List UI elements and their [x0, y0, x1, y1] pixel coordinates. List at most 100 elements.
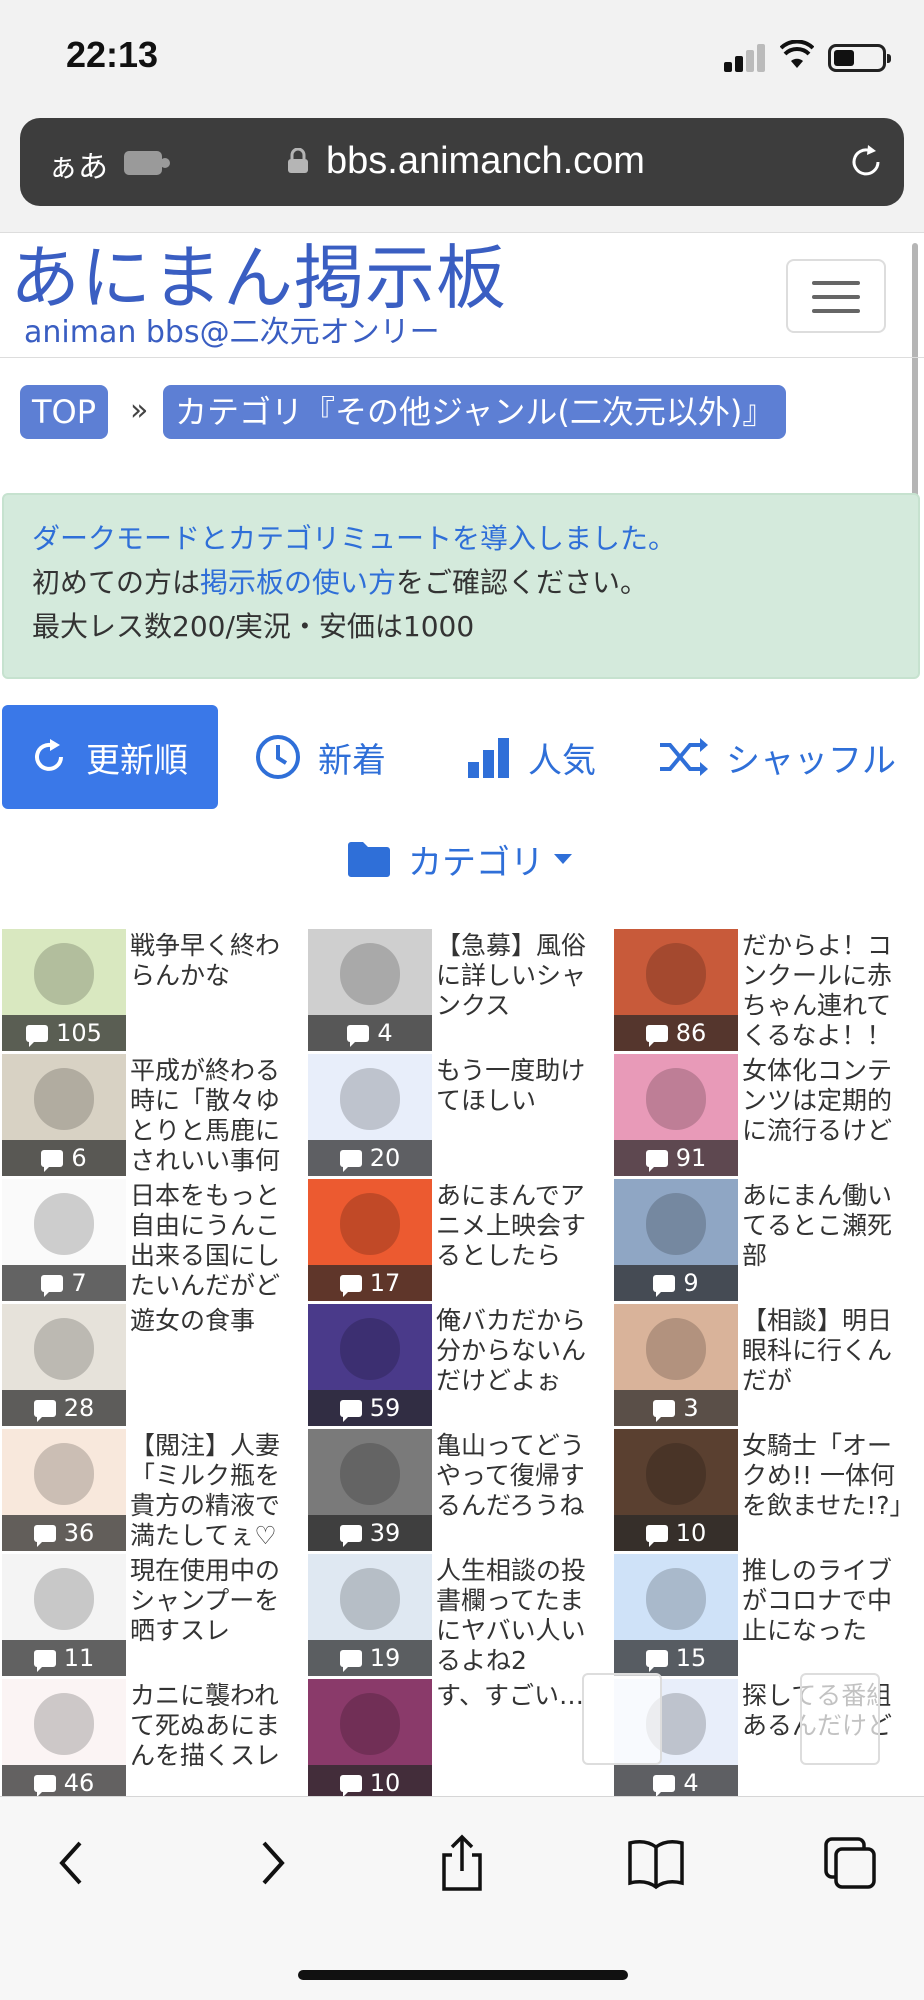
reply-count-value: 15 [675, 1644, 707, 1672]
reload-icon[interactable] [846, 142, 886, 182]
thread-thumbnail[interactable]: 59 [308, 1304, 432, 1426]
thread-thumbnail[interactable]: 105 [2, 929, 126, 1051]
reply-count-value: 11 [63, 1644, 95, 1672]
thread-card[interactable]: 28 遊女の食事 [2, 1304, 306, 1426]
thread-thumbnail[interactable]: 3 [614, 1304, 738, 1426]
thread-thumbnail[interactable]: 28 [2, 1304, 126, 1426]
thread-title[interactable]: 【閲注】人妻「ミルク瓶を貴方の精液で満たしてぇ♡ [130, 1431, 302, 1549]
comment-icon [33, 1524, 56, 1547]
thread-card[interactable]: 4 【急募】風俗に詳しいシャンクス [308, 929, 612, 1051]
thread-card[interactable]: 59 俺バカだから分からないんだけどよぉ [308, 1304, 612, 1426]
thread-thumbnail[interactable]: 4 [308, 929, 432, 1051]
thread-title[interactable]: 平成が終わる時に「散々ゆとりと馬鹿にされいい事何 [130, 1056, 302, 1174]
thread-card[interactable]: 6 平成が終わる時に「散々ゆとりと馬鹿にされいい事何 [2, 1054, 306, 1176]
thread-title[interactable]: 【相談】明日眼科に行くんだが [742, 1306, 914, 1424]
thread-card[interactable]: 86 だからよ！コンクールに赤ちゃん連れてくるなよ！！ [614, 929, 918, 1051]
tab-shuffle[interactable]: シャッフル [658, 705, 896, 809]
breadcrumb-top[interactable]: TOP [20, 385, 109, 439]
thread-title[interactable]: 遊女の食事 [130, 1306, 302, 1424]
wifi-icon [780, 40, 814, 68]
thread-thumbnail[interactable]: 17 [308, 1179, 432, 1301]
thread-title[interactable]: 亀山ってどうやって復帰するんだろうね [436, 1431, 608, 1549]
thread-title[interactable]: 現在使用中のシャンプーを晒すスレ [130, 1556, 302, 1674]
thread-title[interactable]: 【急募】風俗に詳しいシャンクス [436, 931, 608, 1049]
reply-count-value: 9 [683, 1269, 699, 1297]
comment-icon [41, 1274, 64, 1297]
category-dropdown[interactable]: カテゴリ [346, 829, 572, 889]
thread-card[interactable]: 91 女体化コンテンツは定期的に流行るけど [614, 1054, 918, 1176]
url-host[interactable]: bbs.animanch.com [326, 140, 645, 183]
thread-thumbnail[interactable]: 9 [614, 1179, 738, 1301]
reader-settings-button[interactable]: ぁあ [48, 142, 108, 186]
address-bar[interactable]: ぁあ bbs.animanch.com [20, 118, 904, 206]
thread-card[interactable]: 39 亀山ってどうやって復帰するんだろうね [308, 1429, 612, 1551]
thread-thumbnail[interactable]: 20 [308, 1054, 432, 1176]
thread-card[interactable]: 46 カニに襲われて死ぬあにまんを描くスレ [2, 1679, 306, 1796]
back-icon[interactable] [44, 1833, 104, 1893]
forward-icon[interactable] [240, 1833, 300, 1893]
thread-card[interactable]: 15 推しのライブがコロナで中止になった [614, 1554, 918, 1676]
hamburger-menu-button[interactable] [786, 259, 886, 333]
thread-title[interactable]: もう一度助けてほしい [436, 1056, 608, 1174]
thread-title[interactable]: 戦争早く終わらんかな [130, 931, 302, 1049]
comment-icon [339, 1399, 362, 1422]
reply-count: 59 [308, 1390, 432, 1426]
extension-icon[interactable] [124, 151, 170, 175]
thread-card[interactable]: 11 現在使用中のシャンプーを晒すスレ [2, 1554, 306, 1676]
thread-title[interactable]: だからよ！コンクールに赤ちゃん連れてくるなよ！！ [742, 931, 914, 1049]
thread-thumbnail[interactable]: 19 [308, 1554, 432, 1676]
thread-title[interactable]: 俺バカだから分からないんだけどよぉ [436, 1306, 608, 1424]
thread-card[interactable]: 36 【閲注】人妻「ミルク瓶を貴方の精液で満たしてぇ♡ [2, 1429, 306, 1551]
thumbnail-figure [646, 1318, 706, 1380]
tabs-icon[interactable] [820, 1833, 880, 1893]
thread-card[interactable]: 7 日本をもっと自由にうんこ出来る国にしたいんだがど [2, 1179, 306, 1301]
thread-thumbnail[interactable]: 36 [2, 1429, 126, 1551]
notice-guide-line: 初めての方は掲示板の使い方をご確認ください。 [32, 561, 890, 605]
thread-card[interactable]: 10 す、すごい… [308, 1679, 612, 1796]
thread-title[interactable]: あにまんでアニメ上映会するとしたら [436, 1181, 608, 1299]
reply-count-value: 91 [675, 1144, 707, 1172]
tab-updated[interactable]: 更新順 [2, 705, 218, 809]
comment-icon [26, 1024, 49, 1047]
thread-card[interactable]: 105 戦争早く終わらんかな [2, 929, 306, 1051]
site-logo[interactable]: あにまん掲示板 animan bbs@二次元オンリー [10, 235, 507, 351]
thread-title[interactable]: 女体化コンテンツは定期的に流行るけど [742, 1056, 914, 1174]
thread-title[interactable]: 日本をもっと自由にうんこ出来る国にしたいんだがど [130, 1181, 302, 1299]
thread-title[interactable]: 推しのライブがコロナで中止になった [742, 1556, 914, 1674]
thread-thumbnail[interactable]: 10 [614, 1429, 738, 1551]
thread-title[interactable]: カニに襲われて死ぬあにまんを描くスレ [130, 1681, 302, 1796]
thread-card[interactable]: 19 人生相談の投書欄ってたまにヤバい人いるよね2 [308, 1554, 612, 1676]
bookmarks-icon[interactable] [626, 1833, 686, 1893]
thread-title[interactable]: あにまん働いてるとこ瀬死部 [742, 1181, 914, 1299]
thread-title[interactable]: 人生相談の投書欄ってたまにヤバい人いるよね2 [436, 1556, 608, 1674]
breadcrumb-category[interactable]: カテゴリ『その他ジャンル(二次元以外)』 [163, 385, 787, 439]
thread-card[interactable]: 20 もう一度助けてほしい [308, 1054, 612, 1176]
thread-thumbnail[interactable]: 6 [2, 1054, 126, 1176]
reply-count-value: 86 [675, 1019, 707, 1047]
float-overlay-left[interactable] [582, 1673, 662, 1765]
share-icon[interactable] [432, 1833, 492, 1893]
tab-popular[interactable]: 人気 [466, 705, 596, 809]
reply-count: 36 [2, 1515, 126, 1551]
thread-card[interactable]: 17 あにまんでアニメ上映会するとしたら [308, 1179, 612, 1301]
thread-thumbnail[interactable]: 46 [2, 1679, 126, 1796]
thread-thumbnail[interactable]: 7 [2, 1179, 126, 1301]
thread-thumbnail[interactable]: 39 [308, 1429, 432, 1551]
thread-thumbnail[interactable]: 91 [614, 1054, 738, 1176]
reply-count-value: 4 [683, 1769, 699, 1796]
float-overlay-right[interactable] [800, 1673, 880, 1765]
thread-card[interactable]: 9 あにまん働いてるとこ瀬死部 [614, 1179, 918, 1301]
reply-count: 19 [308, 1640, 432, 1676]
thread-title[interactable]: 女騎士「オークめ!! 一体何を飲ませた!?」 [742, 1431, 914, 1549]
thread-card[interactable]: 3 【相談】明日眼科に行くんだが [614, 1304, 918, 1426]
thread-thumbnail[interactable]: 11 [2, 1554, 126, 1676]
notice-announcement-link[interactable]: ダークモードとカテゴリミュートを導入しました。 [32, 517, 890, 561]
notice-guide-link[interactable]: 掲示板の使い方 [200, 566, 396, 599]
tab-new[interactable]: 新着 [254, 705, 386, 809]
thread-thumbnail[interactable]: 86 [614, 929, 738, 1051]
thread-thumbnail[interactable]: 10 [308, 1679, 432, 1796]
reply-count: 10 [614, 1515, 738, 1551]
thread-thumbnail[interactable]: 15 [614, 1554, 738, 1676]
thread-card[interactable]: 10 女騎士「オークめ!! 一体何を飲ませた!?」 [614, 1429, 918, 1551]
reply-count: 86 [614, 1015, 738, 1051]
